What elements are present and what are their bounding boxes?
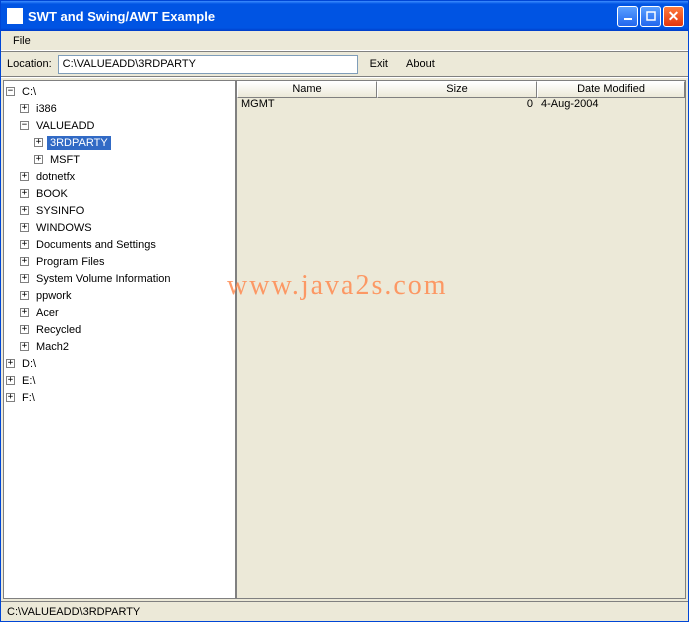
expand-icon[interactable]: + — [6, 376, 15, 385]
table-body[interactable]: MGMT 0 4-Aug-2004 www.java2s.com — [237, 98, 685, 598]
tree-item-sysvol[interactable]: +System Volume Information — [18, 270, 235, 287]
expand-icon[interactable]: + — [20, 172, 29, 181]
expand-icon[interactable]: + — [20, 189, 29, 198]
minimize-button[interactable] — [617, 6, 638, 27]
tree-item-recycled[interactable]: +Recycled — [18, 321, 235, 338]
tree-item-msft[interactable]: + MSFT — [32, 151, 235, 168]
app-window: SWT and Swing/AWT Example ✕ File Locatio… — [0, 0, 689, 622]
cell-size: 0 — [377, 98, 537, 113]
exit-button[interactable]: Exit — [364, 56, 394, 72]
tree-item-dotnetfx[interactable]: +dotnetfx — [18, 168, 235, 185]
column-header-name[interactable]: Name — [237, 81, 377, 98]
maximize-button[interactable] — [640, 6, 661, 27]
toolbar: Location: Exit About — [1, 51, 688, 77]
statusbar: C:\VALUEADD\3RDPARTY — [1, 601, 688, 621]
expand-icon[interactable]: + — [6, 359, 15, 368]
location-label: Location: — [7, 58, 52, 70]
column-header-size[interactable]: Size — [377, 81, 537, 98]
expand-icon[interactable]: + — [34, 155, 43, 164]
expand-icon[interactable]: + — [20, 342, 29, 351]
expand-icon[interactable]: + — [20, 274, 29, 283]
expand-icon[interactable]: + — [20, 104, 29, 113]
window-title: SWT and Swing/AWT Example — [28, 9, 617, 24]
cell-name: MGMT — [237, 98, 377, 113]
about-button[interactable]: About — [400, 56, 441, 72]
tree-item-book[interactable]: +BOOK — [18, 185, 235, 202]
tree-item-e[interactable]: +E:\ — [4, 372, 235, 389]
tree-item-mach2[interactable]: +Mach2 — [18, 338, 235, 355]
collapse-icon[interactable]: − — [20, 121, 29, 130]
tree-item-i386[interactable]: + i386 — [18, 100, 235, 117]
tree-item-c[interactable]: − C:\ — [4, 83, 235, 100]
tree-item-windows[interactable]: +WINDOWS — [18, 219, 235, 236]
expand-icon[interactable]: + — [20, 240, 29, 249]
menubar: File — [1, 31, 688, 51]
close-button[interactable]: ✕ — [663, 6, 684, 27]
content-area: − C:\ + i386 − VALUEADD — [1, 77, 688, 601]
collapse-icon[interactable]: − — [6, 87, 15, 96]
window-controls: ✕ — [617, 6, 684, 27]
tree-item-acer[interactable]: +Acer — [18, 304, 235, 321]
expand-icon[interactable]: + — [34, 138, 43, 147]
tree-item-progfiles[interactable]: +Program Files — [18, 253, 235, 270]
tree-item-docs[interactable]: +Documents and Settings — [18, 236, 235, 253]
tree-item-valueadd[interactable]: − VALUEADD — [18, 117, 235, 134]
table-row[interactable]: MGMT 0 4-Aug-2004 — [237, 98, 685, 113]
status-path: C:\VALUEADD\3RDPARTY — [7, 606, 140, 618]
tree-item-3rdparty[interactable]: + 3RDPARTY — [32, 134, 235, 151]
expand-icon[interactable]: + — [20, 325, 29, 334]
table-header: Name Size Date Modified — [237, 81, 685, 98]
titlebar[interactable]: SWT and Swing/AWT Example ✕ — [1, 1, 688, 31]
column-header-date[interactable]: Date Modified — [537, 81, 685, 98]
expand-icon[interactable]: + — [20, 206, 29, 215]
tree-item-f[interactable]: +F:\ — [4, 389, 235, 406]
tree-item-d[interactable]: +D:\ — [4, 355, 235, 372]
tree-item-ppwork[interactable]: +ppwork — [18, 287, 235, 304]
expand-icon[interactable]: + — [20, 291, 29, 300]
expand-icon[interactable]: + — [20, 308, 29, 317]
cell-date: 4-Aug-2004 — [537, 98, 685, 113]
watermark-text: www.java2s.com — [227, 270, 448, 302]
menu-file[interactable]: File — [7, 33, 37, 49]
table-panel: Name Size Date Modified MGMT 0 4-Aug-200… — [236, 80, 686, 599]
expand-icon[interactable]: + — [20, 257, 29, 266]
expand-icon[interactable]: + — [20, 223, 29, 232]
location-input[interactable] — [58, 55, 358, 74]
expand-icon[interactable]: + — [6, 393, 15, 402]
app-icon — [7, 8, 23, 24]
tree-panel[interactable]: − C:\ + i386 − VALUEADD — [3, 80, 236, 599]
tree-item-sysinfo[interactable]: +SYSINFO — [18, 202, 235, 219]
